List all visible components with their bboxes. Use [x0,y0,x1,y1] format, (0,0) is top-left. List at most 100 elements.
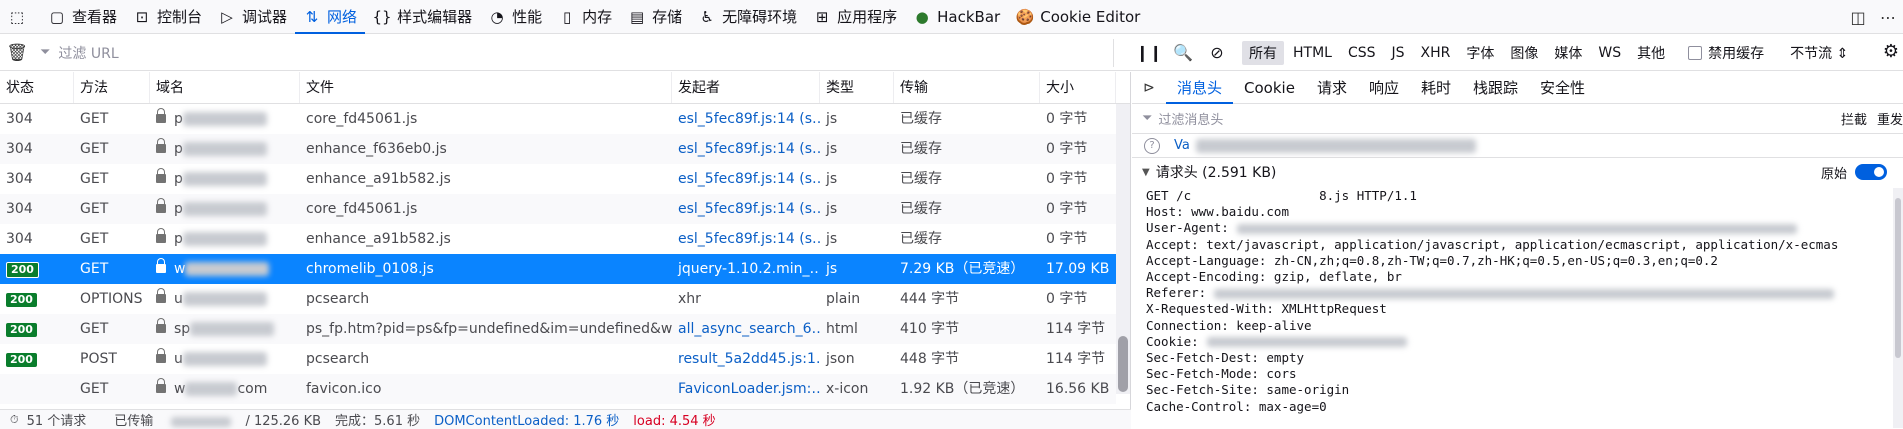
column-header[interactable]: 文件 [300,72,672,103]
throttle-select[interactable]: 不节流 ⇕ [1790,43,1848,63]
tab-label: 存储 [652,8,683,26]
request-url[interactable]: Va [1174,138,1190,153]
type-filter-button[interactable]: 媒体 [1547,41,1589,65]
clear-requests-icon[interactable]: 🗑 [0,43,34,63]
request-headers-section[interactable]: ▼ 请求头 (2.591 KB) 原始 [1132,158,1903,186]
search-icon[interactable]: 🔍 [1166,43,1200,62]
details-tab[interactable]: 消息头 [1166,72,1233,104]
details-tab[interactable]: 请求 [1306,72,1358,104]
column-header[interactable]: 发起者 [672,72,820,103]
table-row[interactable]: 304 GET p enhance_f636eb0.js esl_5fec89f.js:… [0,134,1116,164]
type-cell: js [826,111,838,127]
table-row[interactable]: 304 GET p core_fd45061.js esl_5fec89f.js:14 … [0,194,1116,224]
tab-inspector[interactable]: ▢ 查看器 [40,0,125,34]
tab-memory[interactable]: ▯ 内存 [550,0,620,34]
column-header[interactable]: 大小 [1040,72,1116,103]
raw-switch[interactable] [1855,164,1887,180]
domain-tail: com [237,381,268,397]
table-row[interactable]: 304 GET p enhance_a91b582.js esl_5fec89f.js:… [0,224,1116,254]
details-tab[interactable]: Cookie [1233,72,1306,104]
column-header[interactable]: 类型 [820,72,894,103]
details-tab[interactable]: 安全性 [1529,72,1596,104]
type-filter-button[interactable]: CSS [1341,43,1383,63]
domain-cell: p [150,104,300,134]
filter-url-input[interactable]: ⏷ 过滤 URL [34,38,1114,67]
block-button[interactable]: 拦截 [1841,109,1867,128]
tab-hackbar[interactable]: ● HackBar [905,0,1008,34]
dock-side-icon[interactable]: ◫ [1843,8,1873,27]
scrollbar-thumb[interactable] [1118,336,1128,392]
initiator-link[interactable]: jquery-1.10.2.min_… [678,261,820,277]
help-icon[interactable]: ? [1144,137,1160,154]
initiator-link[interactable]: esl_5fec89f.js:14 (s… [678,141,820,157]
details-scrollbar[interactable] [1893,188,1903,428]
details-tab[interactable]: 耗时 [1410,72,1462,104]
initiator-link[interactable]: all_async_search_6… [678,321,820,337]
table-row[interactable]: 200 GET w chromelib_0108.js jquery-1.10.2.mi… [0,254,1116,284]
initiator-link[interactable]: esl_5fec89f.js:14 (s… [678,171,820,187]
table-row[interactable]: 200 GET sp ps_fp.htm?pid=ps&fp=undefined&im… [0,314,1116,344]
style-editor-icon: {} [372,7,392,26]
table-row[interactable]: 200 OPTIONS u pcsearch xhr plain 444 字节 0 字节 [0,284,1116,314]
column-header[interactable]: 方法 [74,72,150,103]
column-header[interactable]: 传输 [894,72,1040,103]
tab-network[interactable]: ⇅ 网络 [295,0,365,34]
type-filter-button[interactable]: 字体 [1459,41,1501,65]
toggle-sidebar-icon[interactable]: ⊳ [1132,80,1166,96]
gear-icon[interactable]: ⚙ [1883,41,1899,62]
initiator-link: xhr [678,291,701,307]
status-badge: 200 [6,353,37,367]
initiator-link[interactable]: FaviconLoader.jsm:… [678,381,820,397]
tab-storage[interactable]: ▤ 存储 [620,0,690,34]
type-filter-button[interactable]: 所有 [1242,40,1284,65]
domain-cell: sp [150,314,300,344]
type-filter-button[interactable]: WS [1591,43,1628,63]
raw-toggle[interactable]: 原始 [1821,163,1887,182]
type-filter-button[interactable]: XHR [1414,43,1458,63]
type-filter-button[interactable]: 其他 [1630,41,1672,65]
tab-label: 调试器 [242,8,288,26]
type-filter-button[interactable]: 图像 [1503,41,1545,65]
domcontentloaded-time: DOMContentLoaded: 1.76 秒 [434,414,620,429]
table-row[interactable]: 200 POST u pcsearch result_5a2dd45.js:1… json… [0,344,1116,374]
type-cell: plain [826,291,861,307]
more-options-icon[interactable]: ⋯ [1873,8,1903,27]
scrollbar-thumb[interactable] [1895,198,1901,358]
resend-button[interactable]: 重发 [1877,109,1903,128]
column-header[interactable]: 状态 [0,72,74,103]
table-row[interactable]: 304 GET p core_fd45061.js esl_5fec89f.js:14 … [0,104,1116,134]
size-cell: 0 字节 [1046,291,1088,307]
details-tab[interactable]: 响应 [1358,72,1410,104]
type-filter-button[interactable]: HTML [1286,43,1339,63]
tab-style-editor[interactable]: {} 样式编辑器 [365,0,480,34]
network-status-bar: ⏱ 51 个请求 已传输 / 125.26 KB 完成：5.61 秒 DOMCo… [0,409,1131,429]
table-row[interactable]: 304 GET p enhance_a91b582.js esl_5fec89f.js:… [0,164,1116,194]
pause-icon[interactable]: ❙❙ [1132,43,1166,62]
status-badge: 200 [6,293,37,307]
tab-application[interactable]: ⊞ 应用程序 [805,0,905,34]
file-cell: core_fd45061.js [306,111,418,127]
collapse-triangle-icon[interactable]: ▼ [1142,167,1150,178]
element-picker-button[interactable]: ⬚ [0,0,40,34]
block-icon[interactable]: ⊘ [1200,43,1234,62]
lock-icon [156,107,166,123]
tab-console[interactable]: ⊡ 控制台 [125,0,210,34]
tab-performance[interactable]: ◔ 性能 [480,0,550,34]
initiator-link[interactable]: esl_5fec89f.js:14 (s… [678,231,820,247]
tab-accessibility[interactable]: ♿ 无障碍环境 [690,0,805,34]
type-filter-buttons: 所有 HTML CSS JS XHR 字体 图像 媒体 WS 其他 [1242,40,1674,65]
column-header[interactable]: 域名 [150,72,300,103]
tab-debugger[interactable]: ▷ 调试器 [210,0,295,34]
disable-cache-checkbox[interactable]: 禁用缓存 [1688,43,1764,63]
table-row[interactable]: GET w com favicon.ico FaviconLoader.jsm:… x-i… [0,374,1116,404]
type-filter-button[interactable]: JS [1385,43,1412,63]
initiator-link[interactable]: esl_5fec89f.js:14 (s… [678,111,820,127]
tab-cookie-editor[interactable]: 🍪 Cookie Editor [1008,0,1148,34]
initiator-cell: FaviconLoader.jsm:… [672,374,820,404]
headers-filter[interactable]: ⏷ 过滤消息头 拦截 重发 [1132,104,1903,134]
type-cell: html [826,321,858,337]
initiator-link[interactable]: result_5a2dd45.js:1… [678,351,820,367]
initiator-link[interactable]: esl_5fec89f.js:14 (s… [678,201,820,217]
request-list-scrollbar[interactable] [1116,104,1130,394]
details-tab[interactable]: 栈跟踪 [1462,72,1529,104]
